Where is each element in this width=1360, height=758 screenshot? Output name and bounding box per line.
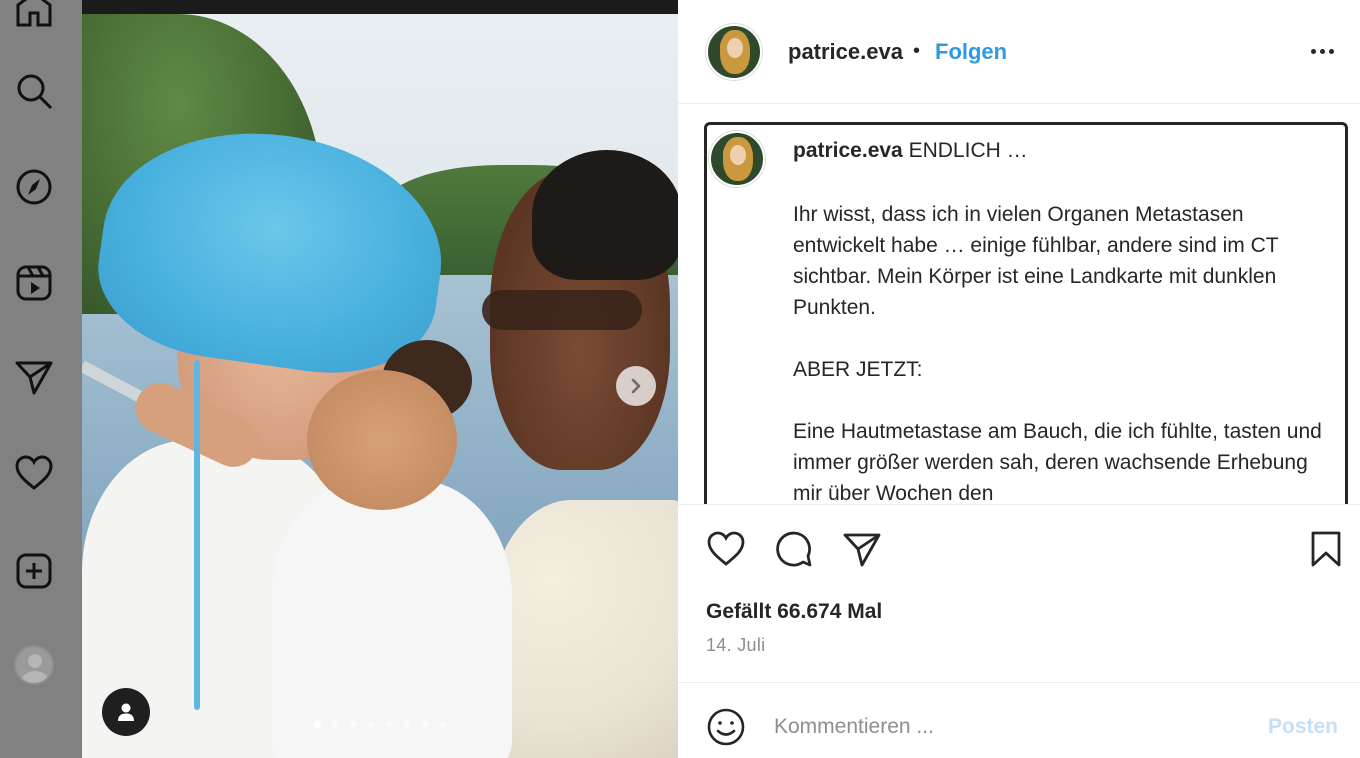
more-options-icon[interactable] [1304, 36, 1340, 66]
caption-paragraph: ABER JETZT: [793, 358, 923, 381]
chevron-right-icon [631, 378, 641, 394]
comment-icon[interactable] [772, 527, 816, 571]
photo-hat-strap [194, 360, 200, 710]
comment-input[interactable] [774, 707, 1234, 747]
caption-header: patrice.eva ENDLICH … [793, 139, 1028, 163]
post-media[interactable] [82, 0, 678, 758]
caption-author-avatar[interactable] [709, 131, 765, 187]
post-header: patrice.eva • Folgen [678, 0, 1360, 104]
post-date[interactable]: 14. Juli [706, 635, 765, 656]
post-comment-button[interactable]: Posten [1268, 715, 1338, 739]
carousel-dot [368, 721, 375, 728]
post-details-panel: patrice.eva • Folgen patrice.eva ENDLICH… [678, 0, 1360, 758]
photo-child-shirt [272, 480, 512, 758]
caption-paragraph: Ihr wisst, dass ich in vielen Organen Me… [793, 203, 1279, 319]
user-icon [118, 703, 134, 721]
photo-top-edge [82, 0, 678, 14]
carousel-indicator [314, 721, 447, 728]
carousel-dot [404, 721, 411, 728]
photo-sunglasses [482, 290, 642, 330]
notifications-icon[interactable] [13, 452, 55, 494]
direct-icon[interactable] [13, 356, 55, 398]
caption-lead: ENDLICH … [908, 139, 1028, 162]
action-bar [678, 504, 1360, 594]
tagged-users-button[interactable] [102, 688, 150, 736]
like-count[interactable]: Gefällt 66.674 Mal [706, 600, 882, 624]
home-icon[interactable] [13, 0, 55, 30]
emoji-icon[interactable] [704, 705, 748, 749]
left-nav [0, 0, 82, 758]
caption-text: Ihr wisst, dass ich in vielen Organen Me… [793, 199, 1323, 504]
photo-man-shirt [492, 500, 678, 758]
carousel-dot [440, 721, 447, 728]
carousel-dot [350, 721, 357, 728]
photo-man-hair [532, 150, 678, 280]
carousel-dot [332, 721, 339, 728]
carousel-dot [314, 721, 321, 728]
next-media-button[interactable] [616, 366, 656, 406]
photo-child-face [307, 370, 457, 510]
reels-icon[interactable] [13, 262, 55, 304]
comment-bar: Posten [678, 682, 1360, 758]
profile-avatar[interactable] [14, 645, 54, 685]
author-username[interactable]: patrice.eva [788, 39, 903, 65]
caption-area[interactable]: patrice.eva ENDLICH … Ihr wisst, dass ic… [704, 122, 1348, 504]
caption-paragraph: Eine Hautmetastase am Bauch, die ich füh… [793, 420, 1322, 504]
instagram-post-view: patrice.eva • Folgen patrice.eva ENDLICH… [0, 0, 1360, 758]
like-icon[interactable] [704, 527, 748, 571]
author-avatar[interactable] [706, 24, 762, 80]
search-icon[interactable] [13, 70, 55, 112]
explore-icon[interactable] [13, 166, 55, 208]
create-icon[interactable] [13, 550, 55, 592]
share-icon[interactable] [840, 527, 884, 571]
caption-username[interactable]: patrice.eva [793, 139, 903, 162]
carousel-dot [386, 721, 393, 728]
header-separator: • [913, 40, 921, 62]
follow-button[interactable]: Folgen [935, 39, 1007, 65]
carousel-dot [422, 721, 429, 728]
bookmark-icon[interactable] [1304, 527, 1348, 571]
